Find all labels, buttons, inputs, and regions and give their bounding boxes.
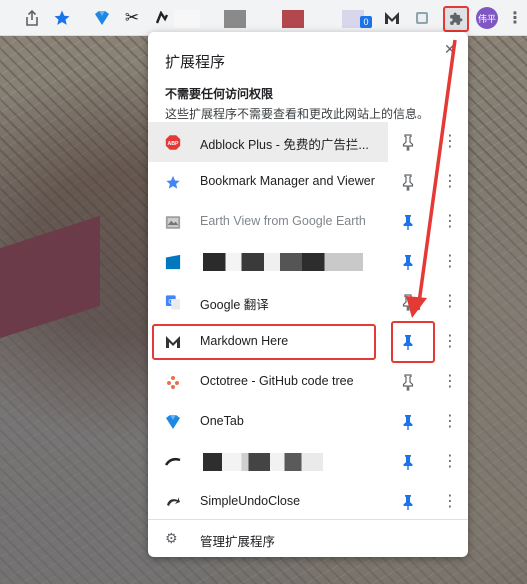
annotation-arrow bbox=[406, 39, 457, 318]
annotation-arrow-head bbox=[406, 296, 427, 318]
annotation-arrow-line bbox=[416, 39, 457, 311]
